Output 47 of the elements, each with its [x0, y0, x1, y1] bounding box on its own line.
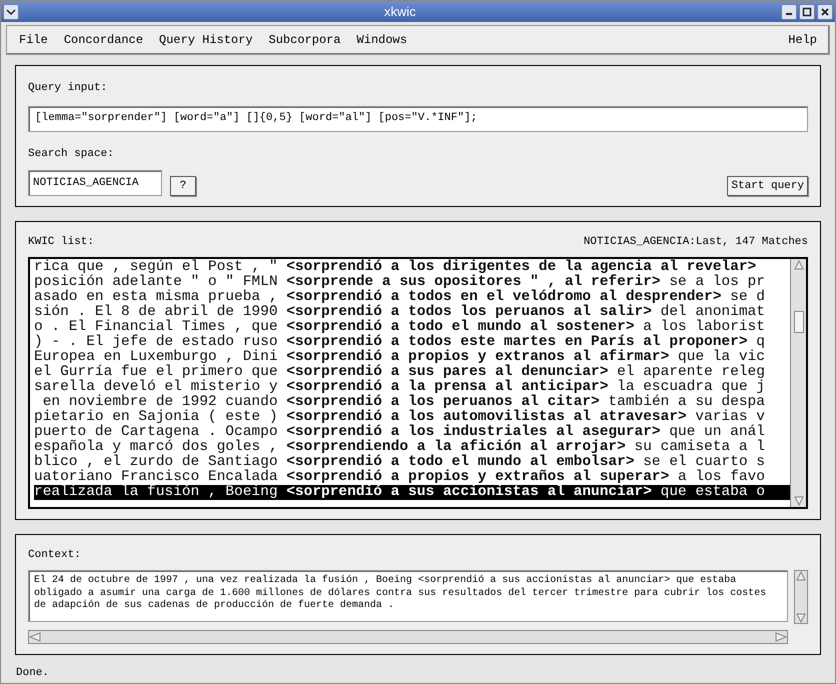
kwic-row[interactable]: en noviembre de 1992 cuando <sorprendió a los peruanos al citar> también a su despa [34, 394, 790, 410]
maximize-icon[interactable] [799, 4, 815, 20]
start-query-button[interactable]: Start query [727, 176, 808, 196]
kwic-row[interactable]: española y marcó dos goles , <sorprendiendo a la afición al arrojar> su camiseta a l [34, 440, 790, 454]
scroll-left-icon[interactable] [29, 632, 41, 642]
match-count: NOTICIAS_AGENCIA:Last, 147 Matches [584, 235, 808, 250]
vertical-scrollbar[interactable] [790, 258, 806, 506]
kwic-row[interactable]: posición adelante " o " FMLN <sorprende a sus opositores " , al referir> se a los pr [34, 274, 790, 290]
status-text: Done. [16, 666, 50, 681]
field-label: Search space: [28, 146, 114, 162]
kwic-row[interactable]: pietario en Sajonia ( este ) <sorprendió a los automovilistas al atravesar> varias v [34, 410, 790, 424]
field-label: KWIC list: [28, 235, 94, 250]
kwic-row[interactable]: sión . El 8 de abril de 1990 <sorprendió a todos los peruanos al salir> del anonimat [34, 304, 790, 320]
field-label: Query input: [28, 81, 108, 96]
kwic-row[interactable]: asado en esta misma prueba , <sorprendió a todos en el velódromo al desprender> se d [34, 290, 790, 304]
context-text: El 24 de octubre de 1997 , una vez realizada la fusión , Boeing <sorprendió a sus accionistas al anunciar> que estaba obligado a asumir una carga de 1.600 millones de dólares contra sus resultados del tercer trimestre para cubrir los costes de adapción de sus cadenas de producción de fuerte demanda . [28, 570, 788, 622]
minimize-icon[interactable] [781, 4, 797, 20]
menu-item[interactable]: File [19, 31, 48, 49]
kwic-row[interactable]: blico , el zurdo de Santiago <sorprendió a todo el mundo al embolsar> se el cuarto s [34, 454, 790, 470]
kwic-row[interactable]: realizada la fusión , Boeing <sorprendió a sus accionistas al anunciar> que estaba o [34, 484, 790, 500]
vertical-scrollbar[interactable] [794, 570, 808, 624]
close-icon[interactable] [817, 4, 833, 20]
kwic-row[interactable]: ) - . El jefe de estado ruso <sorprendió a todos este martes en París al proponer> q [34, 334, 790, 350]
horizontal-scrollbar[interactable] [28, 630, 788, 644]
menu-item[interactable]: Query History [159, 31, 253, 49]
field-label: Context: [28, 548, 81, 562]
kwic-row[interactable]: o . El Financial Times , que <sorprendió a todo el mundo al sostener> a los laborist [34, 320, 790, 334]
window-menu-icon[interactable] [3, 4, 19, 20]
menu-item[interactable]: Help [788, 31, 817, 49]
kwic-row[interactable]: rica que , según el Post , " <sorprendió a los dirigentes de la agencia al revelar> [34, 260, 790, 274]
scroll-up-icon[interactable] [792, 258, 804, 270]
kwic-row[interactable]: el Gurría fue el primero que <sorprendió a sus pares al denunciar> el aparente releg [34, 364, 790, 380]
help-button[interactable]: ? [170, 176, 196, 196]
scroll-down-icon[interactable] [796, 613, 806, 623]
search-space-field[interactable]: NOTICIAS_AGENCIA [28, 170, 162, 196]
window-title: xkwic [383, 2, 417, 21]
kwic-row[interactable]: sarella develó el misterio y <sorprendió a la prensa al anticipar> la escuadra que j [34, 380, 790, 394]
menu-item[interactable]: Subcorpora [268, 31, 341, 49]
kwic-row[interactable]: puerto de Cartagena . Ocampo <sorprendió a los industriales al asegurar> que un anál [34, 424, 790, 440]
kwic-row[interactable]: Europea en Luxemburgo , Dini <sorprendió a propios y extranos al afirmar> que la vic [34, 350, 790, 364]
scroll-right-icon[interactable] [775, 632, 787, 642]
menu-item[interactable]: Windows [356, 31, 408, 49]
scroll-thumb[interactable] [794, 310, 804, 332]
query-input-field[interactable]: [lemma="sorprender"] [word="a"] []{0,5} [word="al"] [pos="V.*INF"]; [28, 106, 808, 132]
menu-item[interactable]: Concordance [64, 31, 144, 49]
kwic-row[interactable]: uatoriano Francisco Encalada <sorprendió a propios y extraños al superar> a los favo [34, 470, 790, 484]
scroll-down-icon[interactable] [792, 494, 804, 506]
